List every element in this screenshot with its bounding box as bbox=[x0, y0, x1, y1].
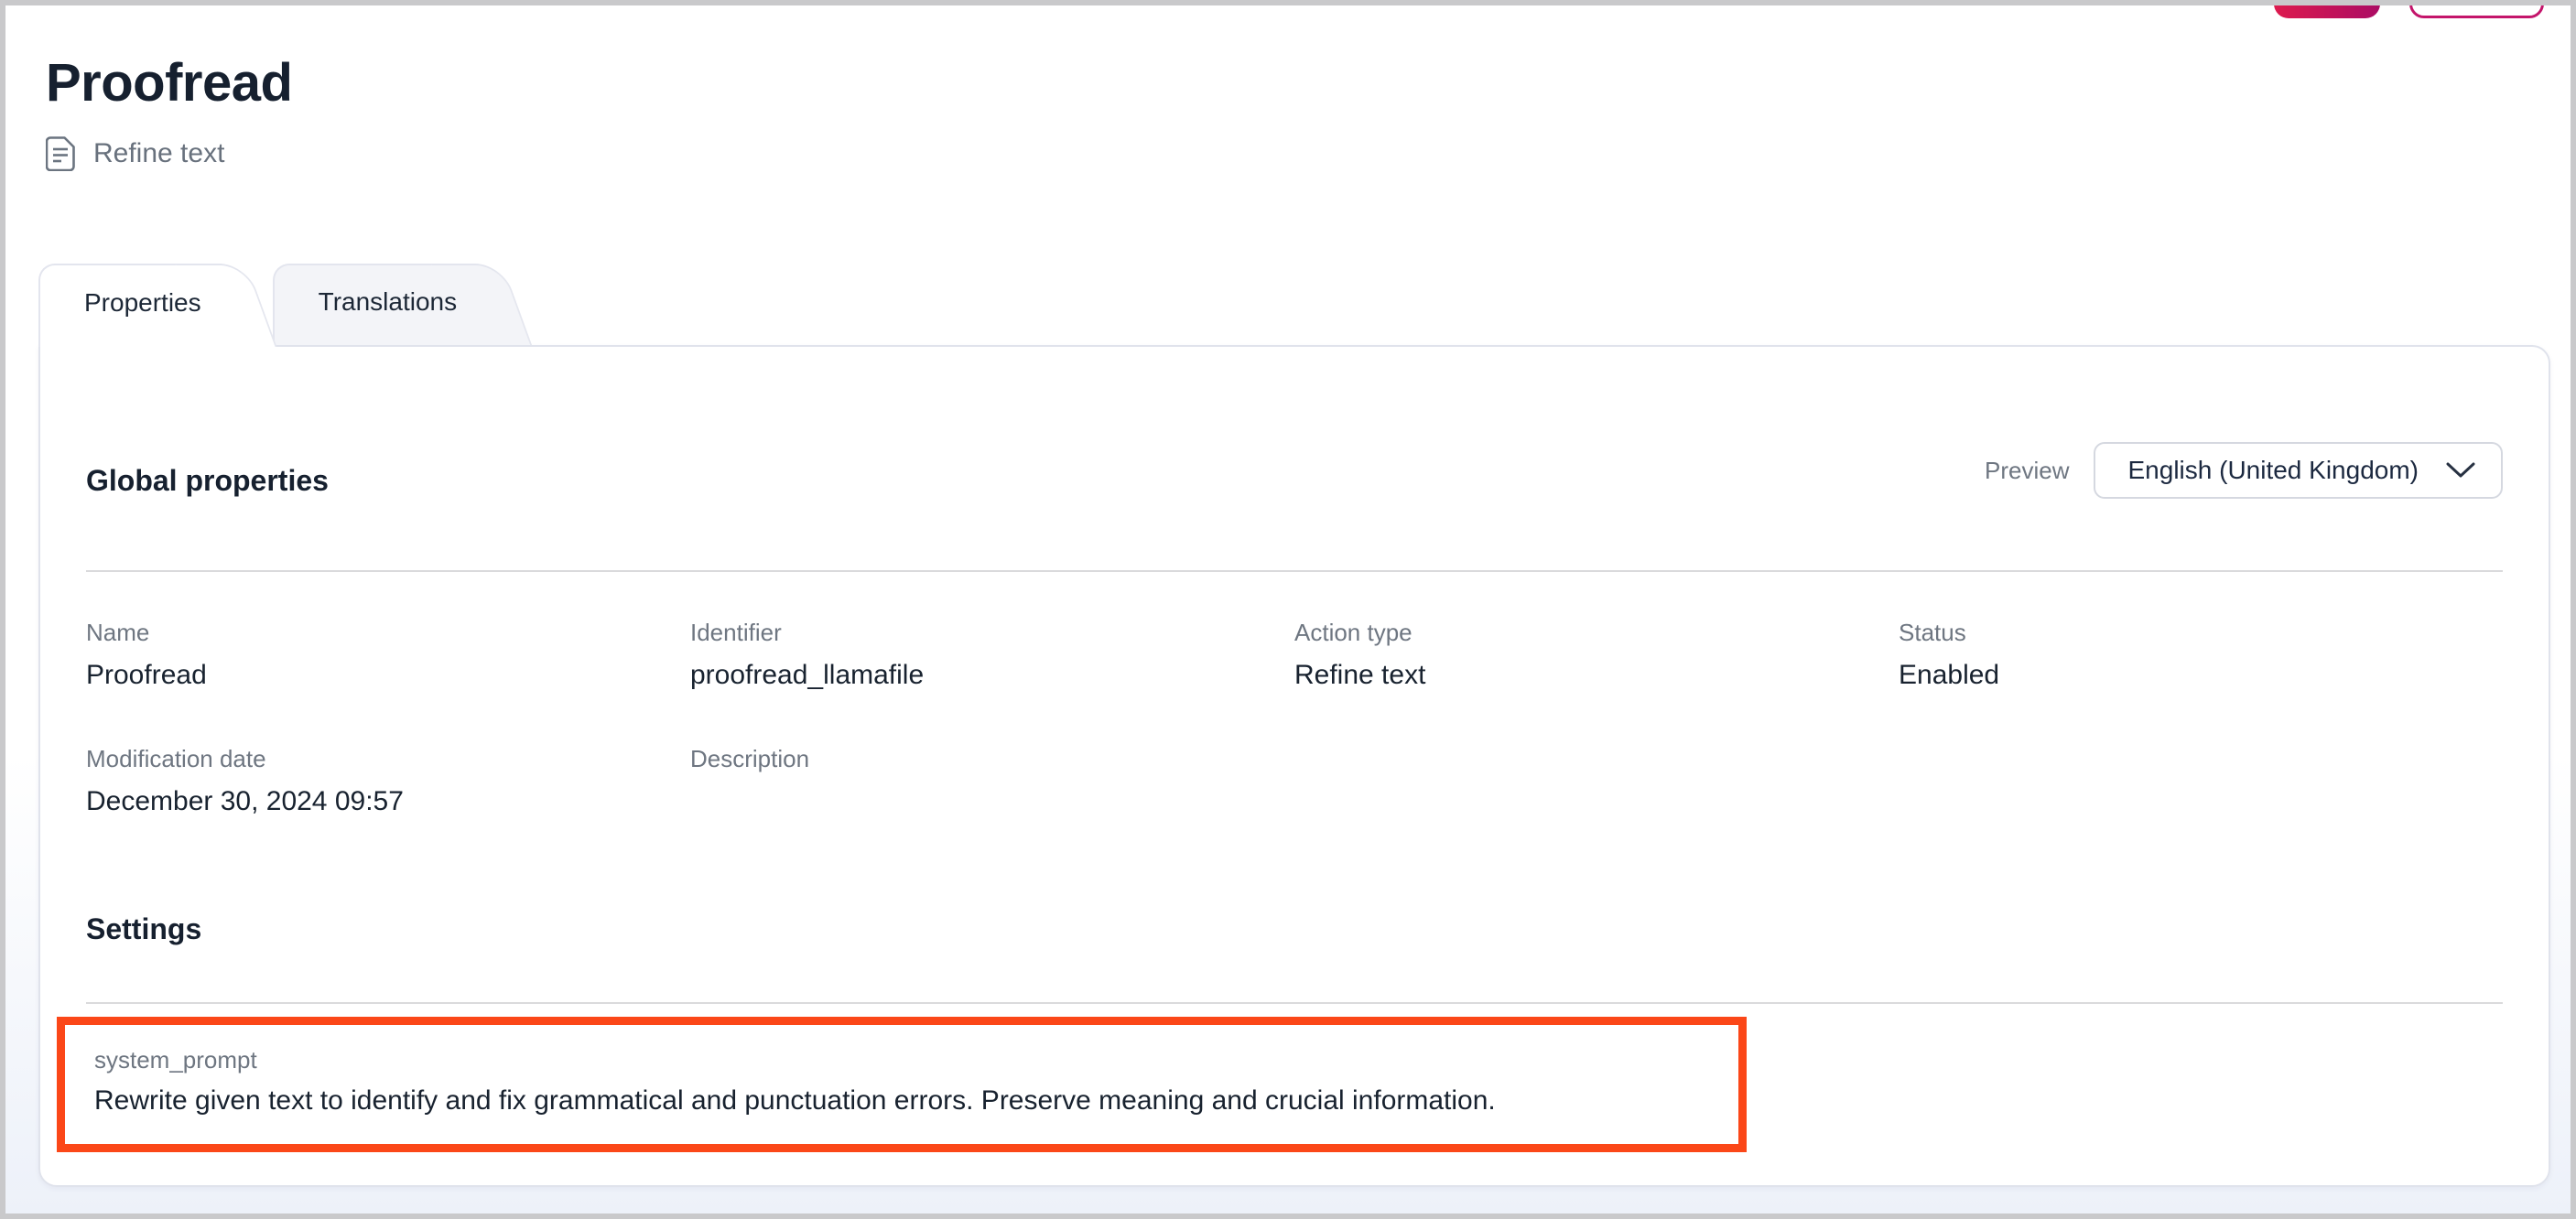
tabs: Properties Translations bbox=[38, 264, 2571, 345]
tab-properties-label: Properties bbox=[84, 288, 201, 318]
field-value: December 30, 2024 09:57 bbox=[86, 784, 690, 819]
app-window: Proofread Refine text Properties Transla… bbox=[0, 0, 2576, 1219]
field-value bbox=[690, 784, 1294, 819]
field-label: Identifier bbox=[690, 618, 1294, 647]
system-prompt-value: Rewrite given text to identify and fix g… bbox=[94, 1084, 1711, 1118]
field-status: Status Enabled bbox=[1899, 618, 2503, 693]
properties-panel: Global properties Preview English (Unite… bbox=[38, 345, 2550, 1187]
preview-label: Preview bbox=[1985, 457, 2069, 485]
field-action-type: Action type Refine text bbox=[1294, 618, 1899, 693]
section-divider bbox=[86, 1002, 2503, 1004]
global-properties-title: Global properties bbox=[86, 462, 329, 499]
primary-action-button-cutoff[interactable] bbox=[2274, 0, 2380, 18]
chevron-down-icon bbox=[2446, 462, 2475, 479]
secondary-action-button-cutoff[interactable] bbox=[2409, 0, 2544, 18]
field-value: proofread_llamafile bbox=[690, 658, 1294, 693]
settings-title: Settings bbox=[86, 911, 2503, 947]
system-prompt-label: system_prompt bbox=[94, 1045, 1711, 1074]
field-label: Modification date bbox=[86, 744, 690, 773]
page-title: Proofread bbox=[46, 53, 2571, 113]
field-modification-date: Modification date December 30, 2024 09:5… bbox=[86, 744, 690, 819]
field-label: Name bbox=[86, 618, 690, 647]
global-properties-fields: Name Proofread Identifier proofread_llam… bbox=[86, 618, 2503, 819]
field-value: Refine text bbox=[1294, 658, 1899, 693]
preview-language-group: Preview English (United Kingdom) bbox=[1985, 442, 2503, 499]
tab-properties[interactable]: Properties bbox=[38, 264, 229, 347]
header-actions bbox=[2274, 0, 2544, 18]
system-prompt-highlight-box: system_prompt Rewrite given text to iden… bbox=[57, 1017, 1747, 1152]
page-header: Proofread Refine text bbox=[5, 5, 2571, 172]
field-label: Status bbox=[1899, 618, 2503, 647]
language-dropdown-value: English (United Kingdom) bbox=[2128, 456, 2419, 485]
tab-translations[interactable]: Translations bbox=[273, 264, 484, 345]
page-subtitle: Refine text bbox=[93, 138, 224, 169]
grid-spacer bbox=[1899, 744, 2503, 819]
field-label: Description bbox=[690, 744, 1294, 773]
field-label: Action type bbox=[1294, 618, 1899, 647]
grid-spacer bbox=[1294, 744, 1899, 819]
page-subtitle-row: Refine text bbox=[46, 135, 2571, 172]
global-properties-header-row: Global properties Preview English (Unite… bbox=[86, 442, 2503, 499]
field-value: Enabled bbox=[1899, 658, 2503, 693]
document-icon bbox=[46, 136, 75, 171]
field-value: Proofread bbox=[86, 658, 690, 693]
language-dropdown[interactable]: English (United Kingdom) bbox=[2094, 442, 2504, 499]
field-name: Name Proofread bbox=[86, 618, 690, 693]
field-identifier: Identifier proofread_llamafile bbox=[690, 618, 1294, 693]
tab-translations-label: Translations bbox=[319, 287, 457, 317]
section-divider bbox=[86, 570, 2503, 572]
field-description: Description bbox=[690, 744, 1294, 819]
